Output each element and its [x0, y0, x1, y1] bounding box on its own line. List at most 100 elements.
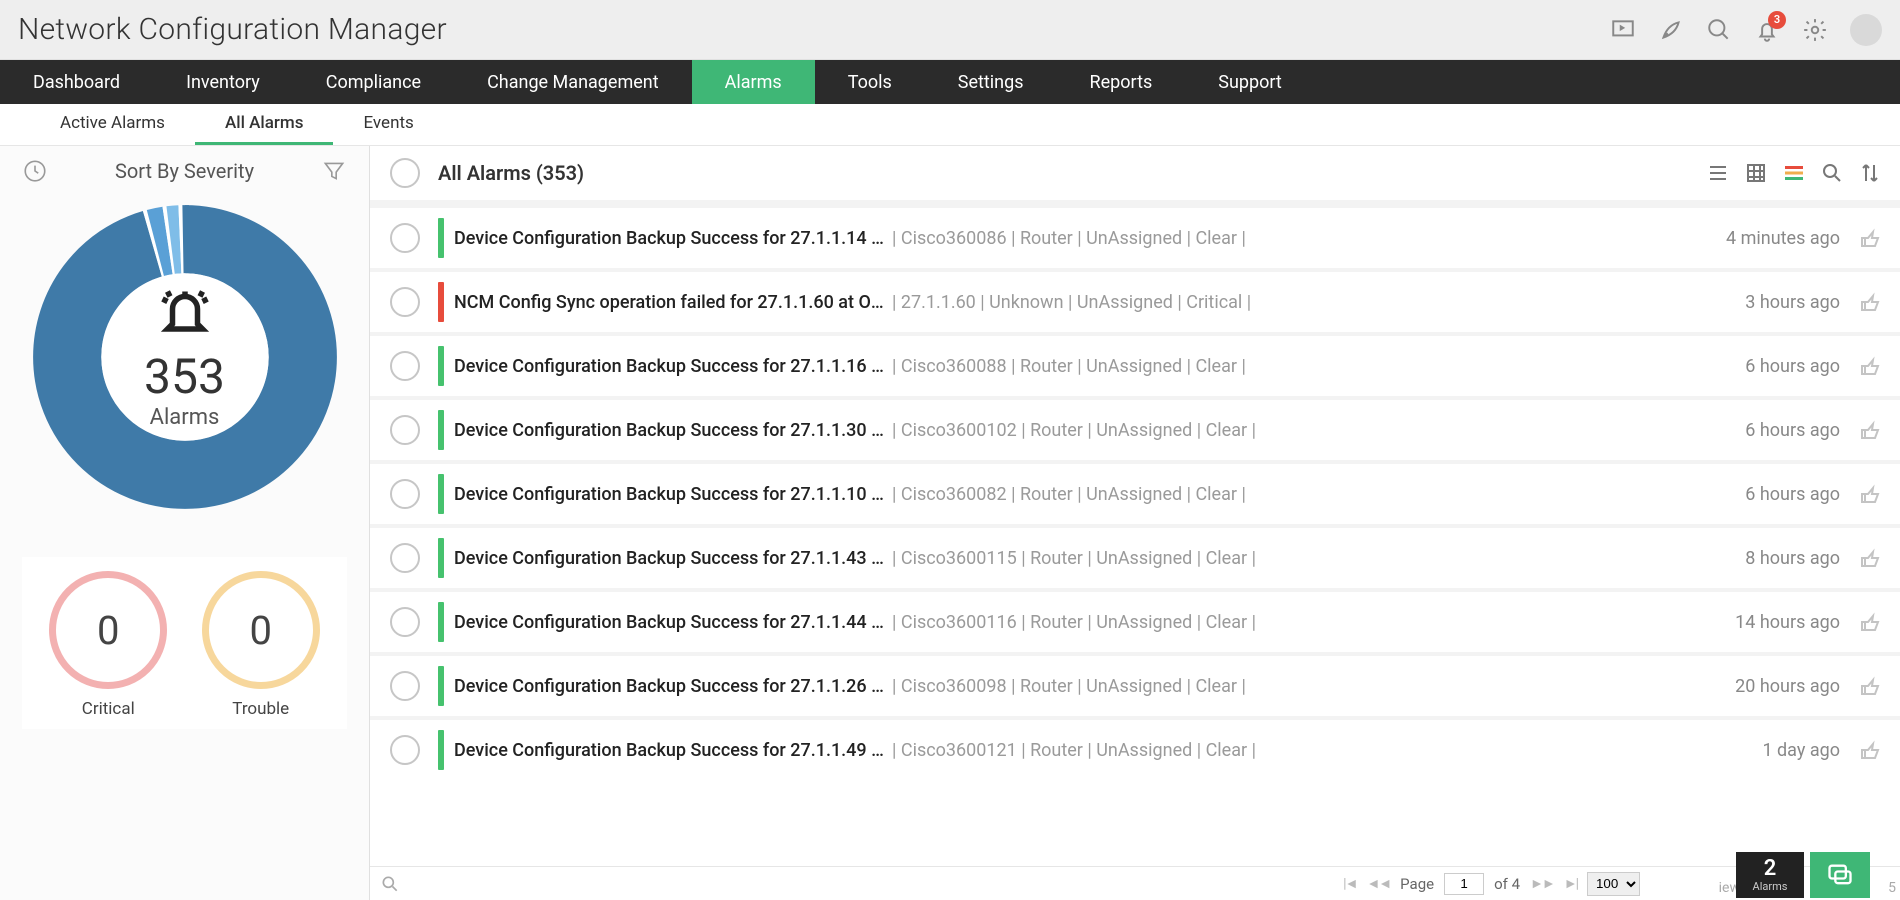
severity-donut[interactable]: 353 Alarms	[0, 202, 369, 512]
alarm-time: 14 hours ago	[1735, 612, 1840, 633]
subnav-item-events[interactable]: Events	[333, 104, 443, 145]
alarm-time: 6 hours ago	[1745, 356, 1840, 377]
nav-item-change-management[interactable]: Change Management	[454, 60, 692, 104]
row-select[interactable]	[390, 671, 420, 701]
alarm-row[interactable]: Device Configuration Backup Success for …	[370, 204, 1900, 268]
subnav-item-all-alarms[interactable]: All Alarms	[195, 104, 334, 145]
alarm-time: 4 minutes ago	[1726, 228, 1840, 249]
alarm-row[interactable]: Device Configuration Backup Success for …	[370, 716, 1900, 780]
nav-item-support[interactable]: Support	[1185, 60, 1315, 104]
presentation-icon[interactable]	[1610, 17, 1636, 43]
alarm-meta: | Cisco360082 | Router | UnAssigned | Cl…	[892, 484, 1733, 505]
alarm-float-count[interactable]: 2 Alarms	[1736, 852, 1804, 898]
nav-item-dashboard[interactable]: Dashboard	[0, 60, 153, 104]
alarm-row[interactable]: Device Configuration Backup Success for …	[370, 588, 1900, 652]
alarm-row[interactable]: NCM Config Sync operation failed for 27.…	[370, 268, 1900, 332]
pager-page-input[interactable]	[1444, 873, 1484, 895]
severity-view-icon[interactable]	[1782, 161, 1806, 185]
alarm-row[interactable]: Device Configuration Backup Success for …	[370, 332, 1900, 396]
row-select[interactable]	[390, 223, 420, 253]
pager-of-label: of 4	[1494, 875, 1520, 893]
select-all-checkbox[interactable]	[390, 158, 420, 188]
alarm-message: Device Configuration Backup Success for …	[454, 612, 884, 633]
search-list-icon[interactable]	[1820, 161, 1844, 185]
pager-size-select[interactable]: 100	[1587, 872, 1640, 896]
gear-icon[interactable]	[1802, 17, 1828, 43]
subnav-item-active-alarms[interactable]: Active Alarms	[30, 104, 195, 145]
thumb-up-icon[interactable]	[1858, 418, 1882, 442]
filter-icon[interactable]	[321, 158, 347, 184]
nav-item-compliance[interactable]: Compliance	[293, 60, 454, 104]
row-select[interactable]	[390, 607, 420, 637]
list-view-icon[interactable]	[1706, 161, 1730, 185]
alarm-message: NCM Config Sync operation failed for 27.…	[454, 292, 884, 313]
nav-item-alarms[interactable]: Alarms	[692, 60, 815, 104]
pager-last[interactable]: ►|	[1564, 875, 1577, 892]
row-select[interactable]	[390, 351, 420, 381]
nav-item-reports[interactable]: Reports	[1057, 60, 1186, 104]
nav-item-settings[interactable]: Settings	[925, 60, 1057, 104]
alarm-meta: | Cisco360088 | Router | UnAssigned | Cl…	[892, 356, 1733, 377]
rocket-icon[interactable]	[1658, 17, 1684, 43]
alarm-message: Device Configuration Backup Success for …	[454, 228, 884, 249]
thumb-up-icon[interactable]	[1858, 354, 1882, 378]
thumb-up-icon[interactable]	[1858, 226, 1882, 250]
thumb-up-icon[interactable]	[1858, 482, 1882, 506]
alarm-float-number: 2	[1764, 858, 1777, 880]
severity-marker	[438, 474, 444, 514]
alarm-meta: | 27.1.1.60 | Unknown | UnAssigned | Cri…	[892, 292, 1733, 313]
alarm-bell-icon	[155, 284, 215, 344]
alarm-time: 8 hours ago	[1745, 548, 1840, 569]
alarm-message: Device Configuration Backup Success for …	[454, 420, 884, 441]
counter-critical[interactable]: 0 Critical	[49, 571, 167, 719]
counter-critical-label: Critical	[82, 699, 135, 719]
notification-badge: 3	[1768, 11, 1786, 29]
top-toolbar: 3	[1610, 14, 1882, 46]
alarm-meta: | Cisco360098 | Router | UnAssigned | Cl…	[892, 676, 1723, 697]
thumb-up-icon[interactable]	[1858, 290, 1882, 314]
pager-page-label: Page	[1400, 875, 1434, 893]
clock-icon[interactable]	[22, 158, 48, 184]
alarm-meta: | Cisco3600102 | Router | UnAssigned | C…	[892, 420, 1733, 441]
search-icon[interactable]	[1706, 17, 1732, 43]
chat-button[interactable]	[1810, 852, 1870, 898]
alarm-message: Device Configuration Backup Success for …	[454, 356, 884, 377]
alarm-row[interactable]: Device Configuration Backup Success for …	[370, 524, 1900, 588]
counter-trouble[interactable]: 0 Trouble	[202, 571, 320, 719]
counters-card: 0 Critical 0 Trouble	[22, 557, 347, 729]
row-select[interactable]	[390, 415, 420, 445]
counter-trouble-label: Trouble	[232, 699, 289, 719]
sort-title: Sort By Severity	[48, 159, 321, 183]
content: Sort By Severity 353 Alarms	[0, 146, 1900, 900]
row-select[interactable]	[390, 735, 420, 765]
nav-item-tools[interactable]: Tools	[815, 60, 925, 104]
alarm-row[interactable]: Device Configuration Backup Success for …	[370, 396, 1900, 460]
counter-critical-value: 0	[97, 607, 119, 654]
thumb-up-icon[interactable]	[1858, 610, 1882, 634]
row-select[interactable]	[390, 543, 420, 573]
bell-icon[interactable]: 3	[1754, 17, 1780, 43]
row-select[interactable]	[390, 479, 420, 509]
donut-center: 353 Alarms	[30, 202, 340, 512]
thumb-up-icon[interactable]	[1858, 674, 1882, 698]
alarm-time: 3 hours ago	[1745, 292, 1840, 313]
alarm-meta: | Cisco3600121 | Router | UnAssigned | C…	[892, 740, 1750, 761]
pager-first[interactable]: |◄	[1343, 875, 1356, 892]
sort-icon[interactable]	[1858, 161, 1882, 185]
list-header: All Alarms (353)	[370, 146, 1900, 204]
avatar[interactable]	[1850, 14, 1882, 46]
alarm-time: 6 hours ago	[1745, 420, 1840, 441]
thumb-up-icon[interactable]	[1858, 546, 1882, 570]
alarm-row[interactable]: Device Configuration Backup Success for …	[370, 652, 1900, 716]
alarm-row[interactable]: Device Configuration Backup Success for …	[370, 460, 1900, 524]
thumb-up-icon[interactable]	[1858, 738, 1882, 762]
grid-view-icon[interactable]	[1744, 161, 1768, 185]
pager-search-icon[interactable]	[380, 874, 400, 894]
row-select[interactable]	[390, 287, 420, 317]
alarm-time: 6 hours ago	[1745, 484, 1840, 505]
pager-prev[interactable]: ◄◄	[1366, 875, 1390, 892]
nav-item-inventory[interactable]: Inventory	[153, 60, 293, 104]
alarm-meta: | Cisco3600115 | Router | UnAssigned | C…	[892, 548, 1733, 569]
sub-nav: Active AlarmsAll AlarmsEvents	[0, 104, 1900, 146]
pager-next[interactable]: ►►	[1530, 875, 1554, 892]
